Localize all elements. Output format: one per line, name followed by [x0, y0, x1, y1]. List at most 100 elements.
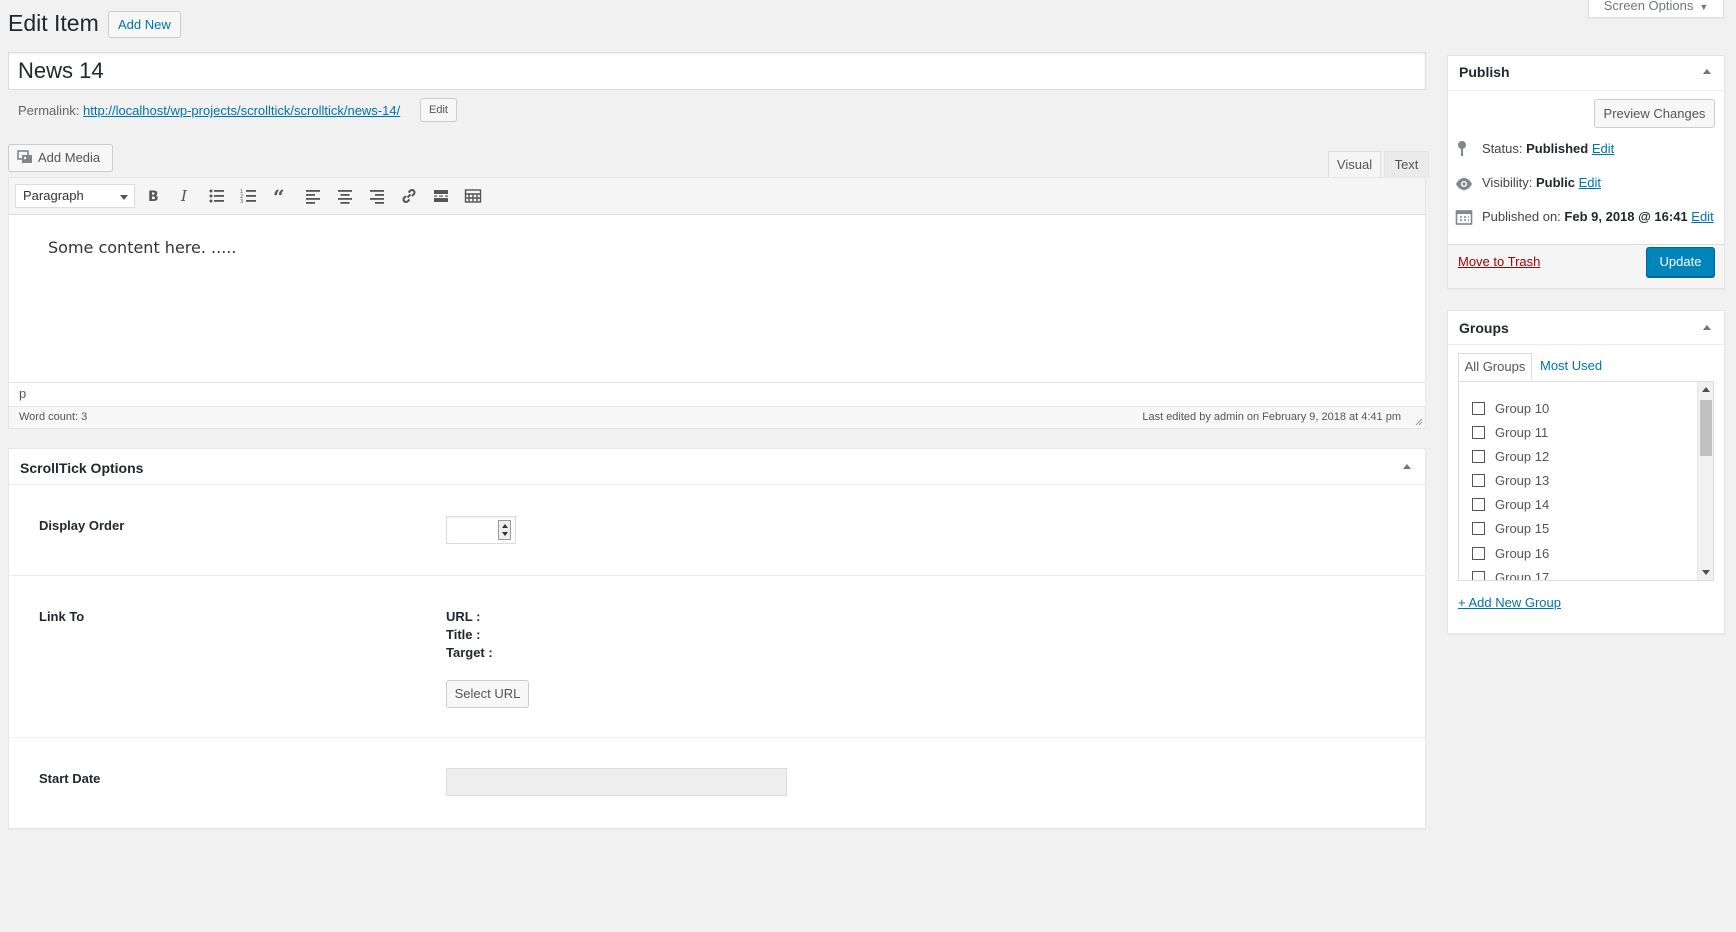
checkbox[interactable] [1472, 498, 1485, 511]
group-item[interactable]: Group 11 [1472, 425, 1548, 440]
toolbar-toggle-icon[interactable] [460, 183, 486, 209]
calendar-icon [1455, 210, 1473, 225]
group-item[interactable]: Group 14 [1472, 497, 1549, 512]
visibility-label: Visibility: [1482, 175, 1533, 190]
visibility-value: Public [1535, 175, 1575, 190]
format-select-value: Paragraph [23, 188, 84, 203]
scrolltick-options-header[interactable] [9, 449, 1425, 485]
tab-most-used[interactable]: Most Used [1540, 358, 1602, 373]
url-label: URL : [446, 609, 481, 624]
update-button[interactable]: Update [1646, 247, 1715, 277]
group-label: Group 12 [1495, 449, 1550, 464]
numbered-list-icon[interactable]: 123 [236, 183, 262, 209]
groups-scrollbar[interactable] [1697, 382, 1713, 580]
publish-title: Publish [1459, 64, 1510, 80]
resize-handle-icon[interactable] [1413, 416, 1423, 426]
published-on-value: Feb 9, 2018 @ 16:41 [1564, 209, 1688, 224]
editor-content[interactable]: Some content here. ..... [48, 238, 236, 257]
screen-options-label: Screen Options [1603, 0, 1694, 13]
checkbox[interactable] [1472, 450, 1485, 463]
bold-icon[interactable]: B [140, 183, 166, 209]
checkbox[interactable] [1472, 426, 1485, 439]
add-media-label: Add Media [38, 150, 101, 165]
group-label: Group 16 [1495, 546, 1550, 561]
checkbox[interactable] [1472, 571, 1485, 580]
align-left-icon[interactable] [300, 183, 326, 209]
svg-text:“: “ [273, 187, 285, 205]
collapse-toggle-icon[interactable] [1403, 464, 1411, 469]
row-divider [9, 575, 1425, 576]
group-label: Group 17 [1495, 570, 1550, 581]
add-media-button[interactable]: Add Media [8, 144, 113, 172]
add-new-button[interactable]: Add New [108, 11, 181, 38]
svg-text:3: 3 [240, 199, 243, 205]
start-date-input[interactable] [446, 768, 787, 796]
groups-checklist: Group 10 Group 11 Group 12 Group 13 Grou… [1458, 381, 1714, 581]
collapse-toggle-icon[interactable] [1703, 69, 1711, 74]
permalink: Permalink: http://localhost/wp-projects/… [18, 103, 400, 119]
group-label: Group 15 [1495, 521, 1550, 536]
checkbox[interactable] [1472, 547, 1485, 560]
add-new-group-link[interactable]: + Add New Group [1458, 595, 1561, 610]
display-order-input[interactable] [446, 516, 516, 544]
checkbox[interactable] [1472, 402, 1485, 415]
link-icon[interactable] [396, 183, 422, 209]
number-spinner-icon[interactable] [498, 520, 511, 540]
permalink-link[interactable]: http://localhost/wp-projects/scrolltick/… [83, 103, 400, 118]
move-to-trash-link[interactable]: Move to Trash [1458, 254, 1540, 269]
status-edit-link[interactable]: Edit [1592, 141, 1614, 156]
caret-down-icon: ▼ [1699, 2, 1709, 12]
collapse-toggle-icon[interactable] [1703, 325, 1711, 330]
group-item[interactable]: Group 17 [1472, 570, 1550, 581]
align-center-icon[interactable] [332, 183, 358, 209]
editor-path: p [9, 382, 1425, 406]
chevron-down-icon [120, 195, 128, 200]
group-label: Group 11 [1495, 425, 1549, 440]
visibility-row: Visibility: Public Edit [1482, 175, 1601, 190]
tab-text[interactable]: Text [1384, 151, 1429, 177]
visibility-edit-link[interactable]: Edit [1579, 175, 1601, 190]
group-item[interactable]: Group 16 [1472, 546, 1549, 561]
italic-icon[interactable]: I [172, 183, 198, 209]
last-edited: Last edited by admin on February 9, 2018… [1142, 411, 1401, 423]
pin-icon [1458, 141, 1466, 156]
published-on-edit-link[interactable]: Edit [1691, 209, 1713, 224]
blockquote-icon[interactable]: “ [268, 183, 294, 209]
select-url-button[interactable]: Select URL [446, 680, 529, 708]
start-date-label: Start Date [39, 771, 101, 786]
eye-icon [1456, 178, 1472, 190]
scroll-up-icon[interactable] [1702, 387, 1710, 392]
scrollbar-thumb[interactable] [1700, 400, 1712, 456]
published-on-row: Published on: Feb 9, 2018 @ 16:41 Edit [1482, 209, 1714, 224]
published-on-label: Published on: [1482, 209, 1561, 224]
permalink-label: Permalink: [18, 103, 80, 118]
svg-text:B: B [148, 189, 159, 205]
screen-options-button[interactable]: Screen Options ▼ [1588, 0, 1724, 18]
scroll-down-icon[interactable] [1702, 570, 1710, 575]
group-item[interactable]: Group 13 [1472, 473, 1549, 488]
align-right-icon[interactable] [364, 183, 390, 209]
group-item[interactable]: Group 12 [1472, 449, 1549, 464]
group-item[interactable]: Group 10 [1472, 401, 1549, 416]
link-to-label: Link To [39, 609, 85, 624]
read-more-icon[interactable] [428, 183, 454, 209]
preview-changes-button[interactable]: Preview Changes [1594, 99, 1715, 128]
row-divider [9, 737, 1425, 738]
editor-statusbar: Word count: 3 Last edited by admin on Fe… [9, 406, 1425, 428]
title-label: Title : [446, 627, 481, 642]
status-row: Status: Published Edit [1482, 141, 1614, 156]
bullet-list-icon[interactable] [204, 183, 230, 209]
permalink-edit-button[interactable]: Edit [420, 98, 457, 122]
checkbox[interactable] [1472, 522, 1485, 535]
post-title-input[interactable]: News 14 [8, 52, 1426, 90]
scrolltick-options-title: ScrollTick Options [20, 460, 144, 476]
tab-all-groups[interactable]: All Groups [1458, 353, 1532, 381]
tab-visual[interactable]: Visual [1328, 151, 1381, 177]
group-item[interactable]: Group 15 [1472, 521, 1549, 536]
target-label: Target : [446, 645, 493, 660]
checkbox[interactable] [1472, 474, 1485, 487]
svg-text:I: I [180, 187, 188, 205]
media-icon [17, 147, 33, 163]
format-select[interactable]: Paragraph [15, 184, 135, 208]
group-label: Group 13 [1495, 473, 1550, 488]
